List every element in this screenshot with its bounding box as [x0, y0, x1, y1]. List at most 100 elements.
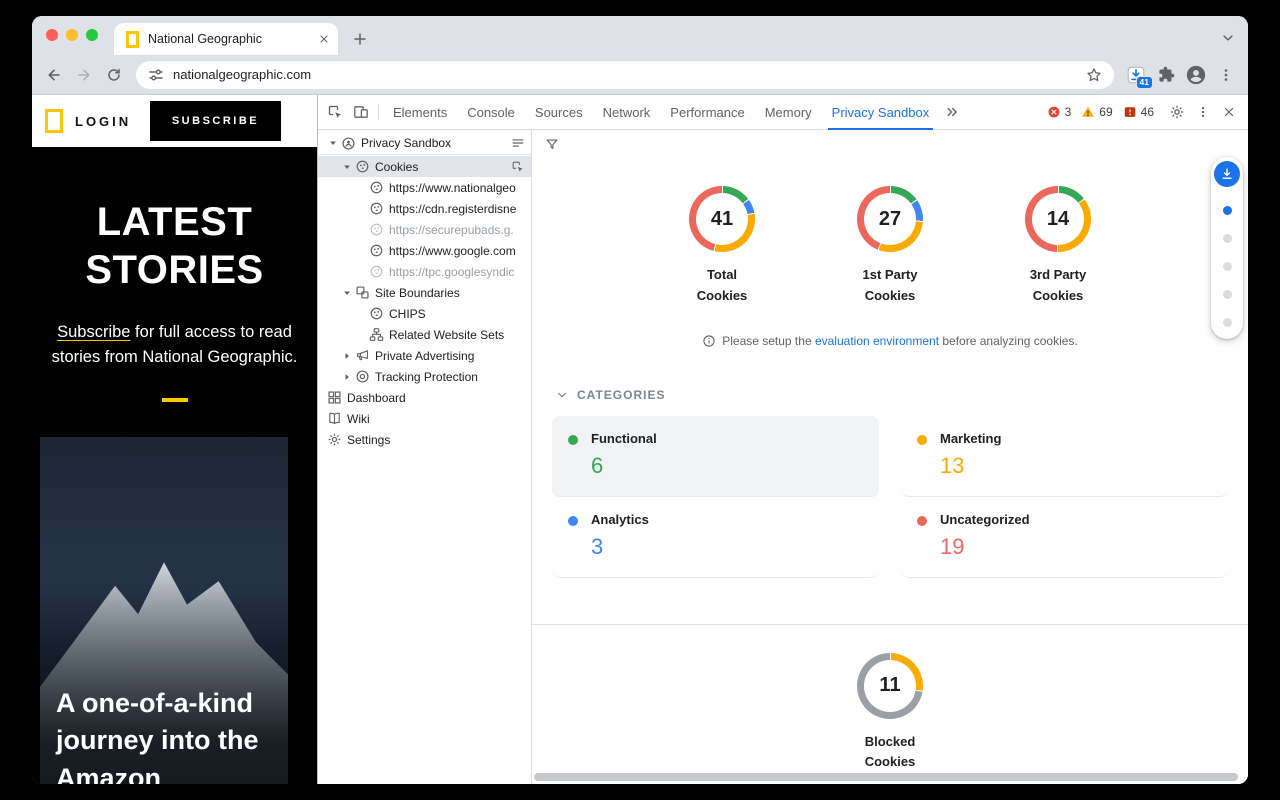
site-settings-icon[interactable]: [148, 67, 164, 83]
scrollbar-thumb[interactable]: [534, 773, 1238, 781]
devtools-tab-console[interactable]: Console: [457, 95, 525, 130]
tree-item-chips[interactable]: CHIPS: [318, 303, 531, 324]
tracking-protection-icon: [354, 369, 370, 385]
devtools-menu-icon[interactable]: [1190, 99, 1216, 125]
devtools-tab-sources[interactable]: Sources: [525, 95, 593, 130]
devtools-tab-elements[interactable]: Elements: [383, 95, 457, 130]
expander-open-icon[interactable]: [326, 135, 340, 151]
categories-section-header[interactable]: CATEGORIES: [556, 388, 1248, 402]
evaluation-environment-link[interactable]: evaluation environment: [815, 334, 939, 348]
section-divider: [532, 624, 1248, 625]
donut-blocked-ring: 11: [857, 653, 923, 719]
filter-row: [532, 130, 1248, 157]
devtools-close-icon[interactable]: [1216, 99, 1242, 125]
devtools-settings-icon[interactable]: [1164, 99, 1190, 125]
profile-avatar[interactable]: [1182, 61, 1210, 89]
category-count: 6: [591, 453, 657, 479]
address-bar[interactable]: nationalgeographic.com: [136, 61, 1114, 89]
tree-item-https-tpc-googlesyndic[interactable]: https://tpc.googlesyndic: [318, 261, 531, 282]
scrollspy-dot-5[interactable]: [1223, 318, 1232, 327]
picker-icon[interactable]: [510, 159, 526, 175]
issues-badge[interactable]: 46: [1123, 105, 1154, 119]
category-marketing[interactable]: Marketing13: [901, 416, 1228, 497]
tree-item-dashboard[interactable]: Dashboard: [318, 387, 531, 408]
bookmark-star-icon[interactable]: [1086, 67, 1102, 83]
tree-item-label: Privacy Sandbox: [361, 136, 510, 150]
tree-item-related-website-sets[interactable]: Related Website Sets: [318, 324, 531, 345]
donut-blocked: 11 Blocked Cookies: [834, 653, 946, 774]
devtools-panel: ElementsConsoleSourcesNetworkPerformance…: [317, 95, 1248, 784]
donut-label: 1st Party Cookies: [852, 265, 928, 307]
back-icon[interactable]: [40, 61, 68, 89]
scrollspy-dot-2[interactable]: [1223, 234, 1232, 243]
reload-icon[interactable]: [100, 61, 128, 89]
minimize-window-button[interactable]: [66, 29, 78, 41]
console-warnings-badge[interactable]: 69: [1081, 105, 1112, 119]
tree-item-site-boundaries[interactable]: Site Boundaries: [318, 282, 531, 303]
tree-item-tracking-protection[interactable]: Tracking Protection: [318, 366, 531, 387]
devtools-tab-memory[interactable]: Memory: [755, 95, 822, 130]
tree-item-label: https://cdn.registerdisne: [389, 202, 526, 216]
expander-spacer: [354, 306, 368, 322]
fullscreen-window-button[interactable]: [86, 29, 98, 41]
devtools-tab-performance[interactable]: Performance: [660, 95, 754, 130]
tab-strip: National Geographic: [32, 16, 1248, 55]
categories-title: CATEGORIES: [577, 388, 665, 402]
close-window-button[interactable]: [46, 29, 58, 41]
devtools-tab-privacy-sandbox[interactable]: Privacy Sandbox: [822, 95, 940, 130]
login-link[interactable]: LOGIN: [75, 114, 131, 129]
device-toolbar-icon[interactable]: [348, 99, 374, 125]
browser-tab-national-geographic[interactable]: National Geographic: [114, 23, 338, 55]
tree-item-privacy-sandbox[interactable]: Privacy Sandbox: [318, 132, 531, 155]
extensions-puzzle-icon[interactable]: [1152, 61, 1180, 89]
expander-spacer: [354, 222, 368, 238]
issues-icon: [1123, 105, 1137, 119]
natgeo-logo[interactable]: [45, 109, 63, 133]
new-tab-button[interactable]: [348, 27, 372, 51]
collapse-icon[interactable]: [510, 135, 526, 151]
private-advertising-icon: [354, 348, 370, 364]
console-errors-badge[interactable]: 3: [1047, 105, 1072, 119]
tree-item-private-advertising[interactable]: Private Advertising: [318, 345, 531, 366]
category-uncategorized[interactable]: Uncategorized19: [901, 497, 1228, 578]
tree-item-https-cdn-registerdisne[interactable]: https://cdn.registerdisne: [318, 198, 531, 219]
expander-closed-icon[interactable]: [340, 348, 354, 364]
tree-item-settings[interactable]: Settings: [318, 429, 531, 450]
tree-item-cookies[interactable]: Cookies: [318, 156, 531, 177]
site-boundaries-icon: [354, 285, 370, 301]
tree-item-https-www-nationalgeo[interactable]: https://www.nationalgeo: [318, 177, 531, 198]
scrollspy-dot-3[interactable]: [1223, 262, 1232, 271]
category-count: 13: [940, 453, 1001, 479]
devtools-tab-network[interactable]: Network: [593, 95, 661, 130]
tab-close-icon[interactable]: [318, 33, 330, 45]
inspect-element-icon[interactable]: [322, 99, 348, 125]
tab-search-icon[interactable]: [1218, 28, 1238, 48]
forward-icon[interactable]: [70, 61, 98, 89]
category-analytics[interactable]: Analytics3: [552, 497, 879, 578]
more-tabs-icon[interactable]: [939, 99, 965, 125]
tree-item-wiki[interactable]: Wiki: [318, 408, 531, 429]
natgeo-favicon-icon: [126, 31, 139, 48]
browser-menu-icon[interactable]: [1212, 61, 1240, 89]
scrollspy-dot-1[interactable]: [1223, 206, 1232, 215]
wiki-icon: [326, 411, 342, 427]
tree-item-https-securepubads-g[interactable]: https://securepubads.g.: [318, 219, 531, 240]
category-functional[interactable]: Functional6: [552, 416, 879, 497]
filter-icon[interactable]: [545, 137, 559, 151]
donut-value: 11: [857, 653, 923, 719]
expander-closed-icon[interactable]: [340, 369, 354, 385]
tree-item-https-www-google-com[interactable]: https://www.google.com: [318, 240, 531, 261]
tree-item-label: Settings: [347, 433, 526, 447]
subscribe-link[interactable]: Subscribe: [57, 323, 130, 341]
horizontal-scrollbar[interactable]: [534, 773, 1238, 781]
download-report-button[interactable]: [1214, 161, 1240, 187]
tree-item-label: Related Website Sets: [389, 328, 526, 342]
expander-open-icon[interactable]: [340, 159, 354, 175]
scrollspy-dot-4[interactable]: [1223, 290, 1232, 299]
donut-label: Blocked Cookies: [852, 732, 928, 774]
cookie-icon: [368, 264, 384, 280]
expander-open-icon[interactable]: [340, 285, 354, 301]
subscribe-button[interactable]: SUBSCRIBE: [150, 101, 281, 141]
extension-button[interactable]: 41: [1122, 61, 1150, 89]
natgeo-page: LOGIN SUBSCRIBE LATEST STORIES Subscribe…: [32, 95, 317, 784]
